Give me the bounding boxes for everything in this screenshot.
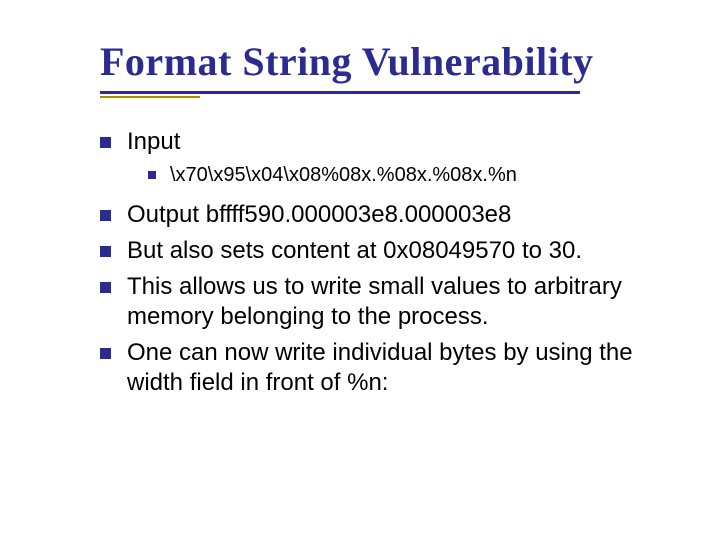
list-item-text: One can now write individual bytes by us… — [127, 338, 660, 398]
list-item: \x70\x95\x04\x08%08x.%08x.%08x.%n — [148, 163, 660, 188]
list-item-text: Input — [127, 127, 660, 157]
sub-list: \x70\x95\x04\x08%08x.%08x.%08x.%n — [148, 163, 660, 188]
square-bullet-icon — [148, 171, 156, 179]
list-item: One can now write individual bytes by us… — [100, 338, 660, 398]
square-bullet-icon — [100, 282, 111, 293]
square-bullet-icon — [100, 246, 111, 257]
list-item-text: \x70\x95\x04\x08%08x.%08x.%08x.%n — [170, 163, 660, 188]
list-item: But also sets content at 0x08049570 to 3… — [100, 236, 660, 266]
slide-title: Format String Vulnerability — [100, 38, 660, 85]
list-item: Input — [100, 127, 660, 157]
list-item-text: Output bffff590.000003e8.000003e8 — [127, 200, 660, 230]
square-bullet-icon — [100, 348, 111, 359]
list-item: This allows us to write small values to … — [100, 272, 660, 332]
slide: Format String Vulnerability Input \x70\x… — [0, 0, 720, 540]
list-item: Output bffff590.000003e8.000003e8 — [100, 200, 660, 230]
square-bullet-icon — [100, 210, 111, 221]
slide-body: Input \x70\x95\x04\x08%08x.%08x.%08x.%n … — [100, 127, 660, 398]
square-bullet-icon — [100, 137, 111, 148]
list-item-text: This allows us to write small values to … — [127, 272, 660, 332]
list-item-text: But also sets content at 0x08049570 to 3… — [127, 236, 660, 266]
title-underline — [100, 91, 660, 97]
